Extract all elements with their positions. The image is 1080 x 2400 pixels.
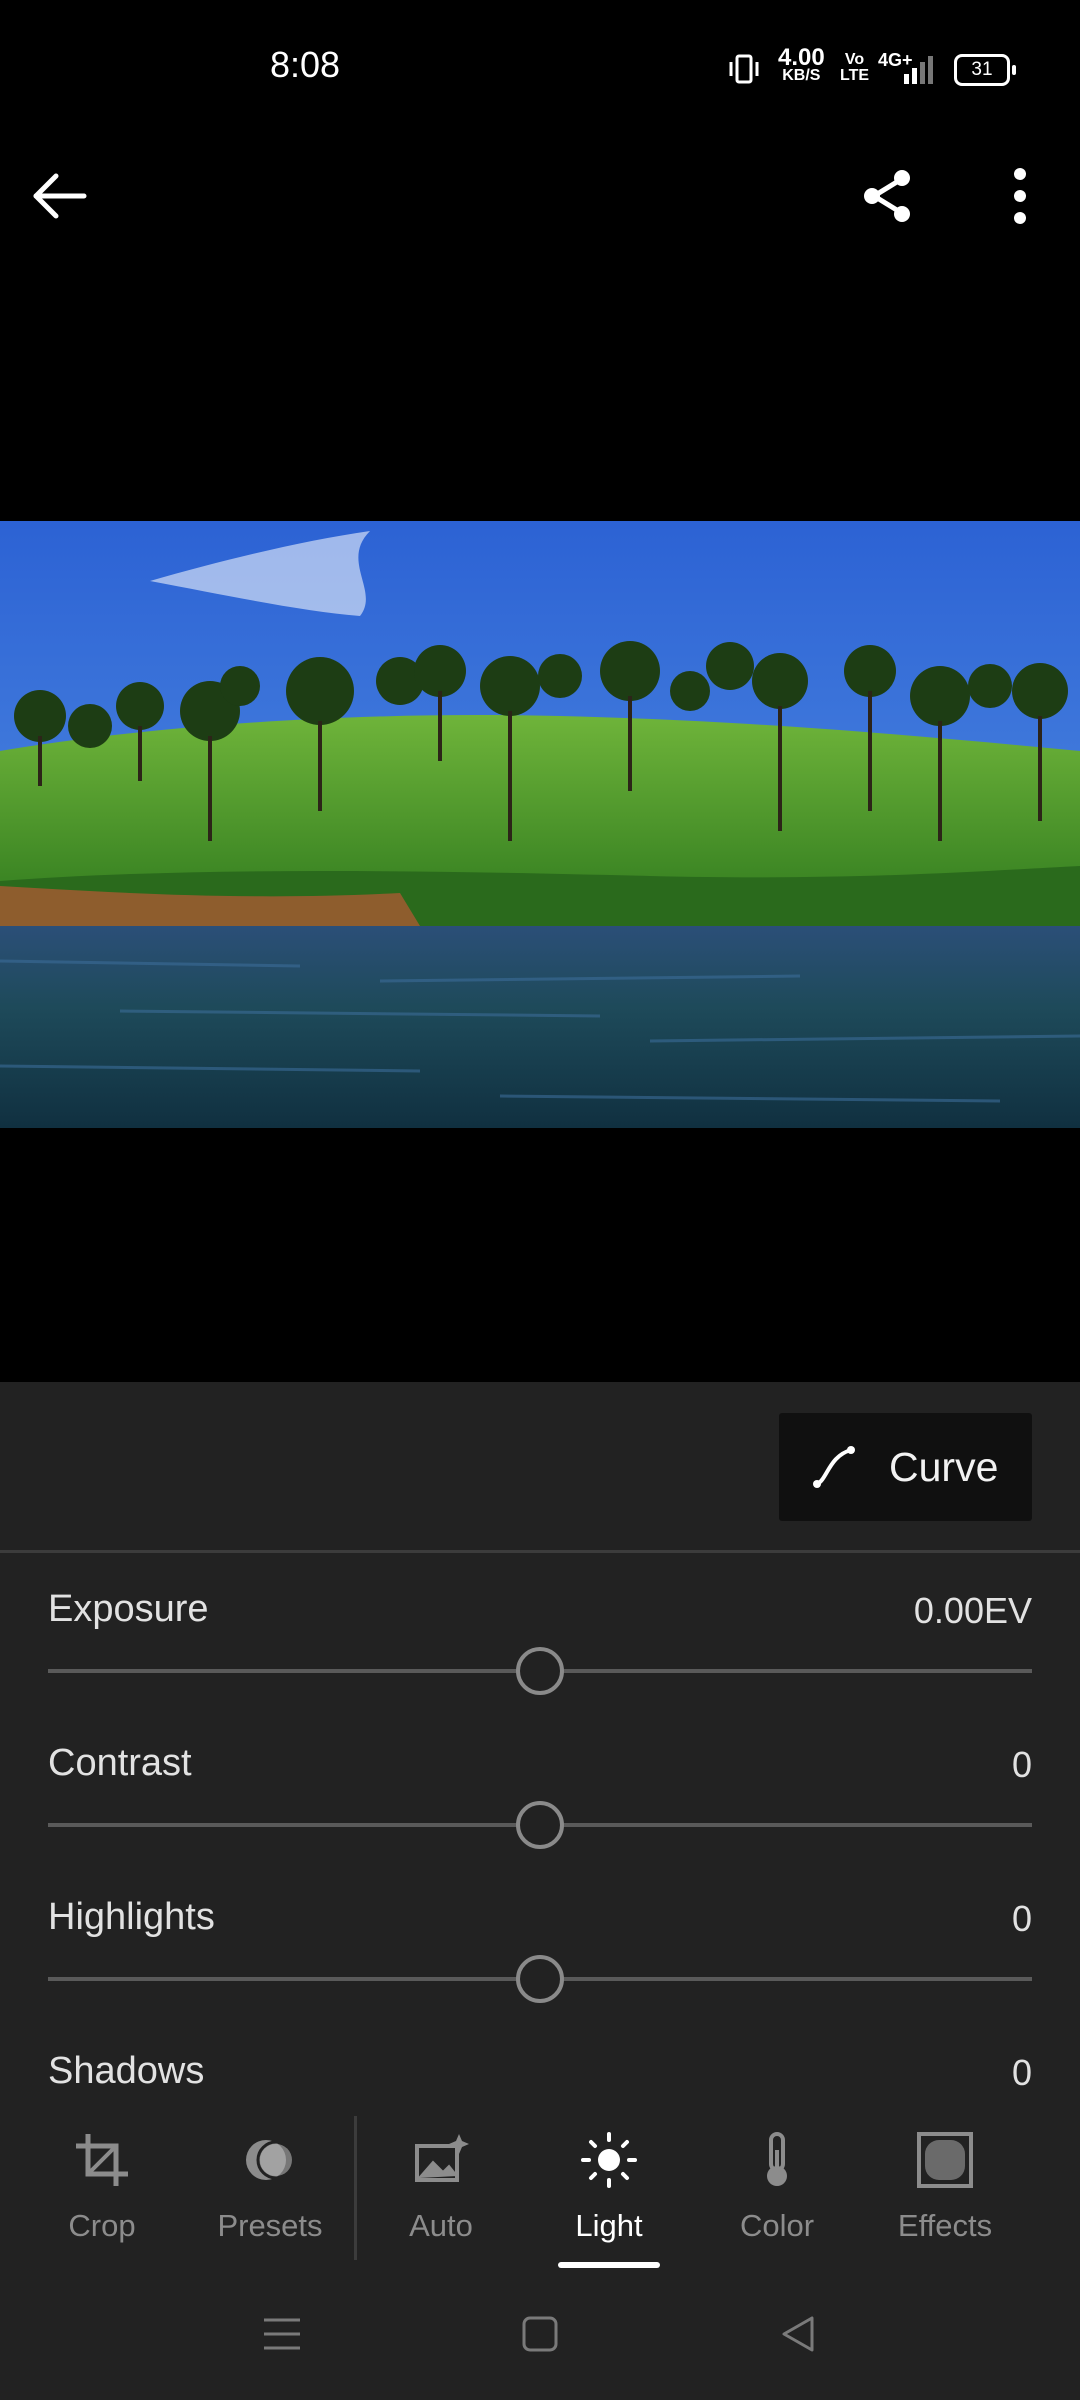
sun-icon (581, 2132, 637, 2188)
curve-icon (813, 1446, 855, 1488)
share-button[interactable] (852, 160, 924, 232)
back-triangle-icon[interactable] (776, 2312, 820, 2356)
menu-icon[interactable] (260, 2312, 304, 2356)
home-square-icon[interactable] (518, 2312, 562, 2356)
contrast-value: 0 (1011, 1744, 1032, 1785)
battery-indicator: 31 (954, 54, 1016, 86)
presets-icon (246, 2140, 296, 2180)
more-options-button[interactable] (984, 160, 1056, 232)
status-bar: 8:08 4.00 KB/S Vo LTE 4G+ 31 (0, 0, 1080, 110)
exposure-slider-thumb[interactable] (516, 1647, 564, 1695)
tool-effects-label: Effects (897, 2208, 993, 2243)
panel-divider (0, 1550, 1080, 1553)
tool-color[interactable]: Color (697, 2112, 857, 2272)
volte-indicator: Vo LTE (840, 51, 870, 84)
status-time: 8:08 (270, 44, 341, 85)
tool-auto-label: Auto (409, 2208, 473, 2243)
crop-icon (76, 2134, 128, 2186)
back-button[interactable] (24, 160, 96, 232)
tool-presets-label: Presets (217, 2208, 323, 2243)
highlights-label: Highlights (48, 1896, 215, 1938)
tool-crop[interactable]: Crop (22, 2112, 182, 2272)
contrast-label: Contrast (48, 1742, 192, 1784)
tool-effects[interactable]: Effects (865, 2112, 1025, 2272)
landscape-image (0, 521, 1080, 1128)
highlights-value: 0 (1011, 1898, 1032, 1939)
auto-icon (415, 2134, 469, 2182)
exposure-label: Exposure (48, 1588, 209, 1630)
vibrate-icon (729, 54, 759, 84)
share-icon (864, 170, 910, 222)
effects-icon (917, 2132, 973, 2188)
tools-separator (354, 2116, 357, 2260)
tool-crop-label: Crop (68, 2208, 136, 2243)
thermometer-icon (767, 2132, 787, 2186)
contrast-slider-thumb[interactable] (516, 1801, 564, 1849)
tool-presets[interactable]: Presets (190, 2112, 350, 2272)
tool-auto[interactable]: Auto (361, 2112, 521, 2272)
signal-icon (904, 56, 933, 84)
tool-light-label: Light (575, 2208, 643, 2243)
more-vertical-icon (1014, 168, 1026, 224)
tool-light[interactable]: Light (529, 2112, 689, 2272)
tools-bar: Crop Presets Auto Light Color Effects (0, 2112, 1080, 2272)
photo-preview[interactable] (0, 521, 1080, 1128)
network-speed: 4.00 KB/S (778, 44, 825, 84)
system-nav-bar (0, 2272, 1080, 2400)
curve-button[interactable]: Curve (779, 1413, 1032, 1521)
active-tool-indicator (558, 2262, 660, 2268)
shadows-label: Shadows (48, 2050, 205, 2092)
arrow-left-icon (33, 173, 87, 219)
tool-color-label: Color (739, 2208, 815, 2243)
curve-label: Curve (889, 1443, 999, 1490)
highlights-slider-thumb[interactable] (516, 1955, 564, 2003)
exposure-value: 0.00EV (913, 1590, 1032, 1631)
shadows-value: 0 (1011, 2052, 1032, 2093)
